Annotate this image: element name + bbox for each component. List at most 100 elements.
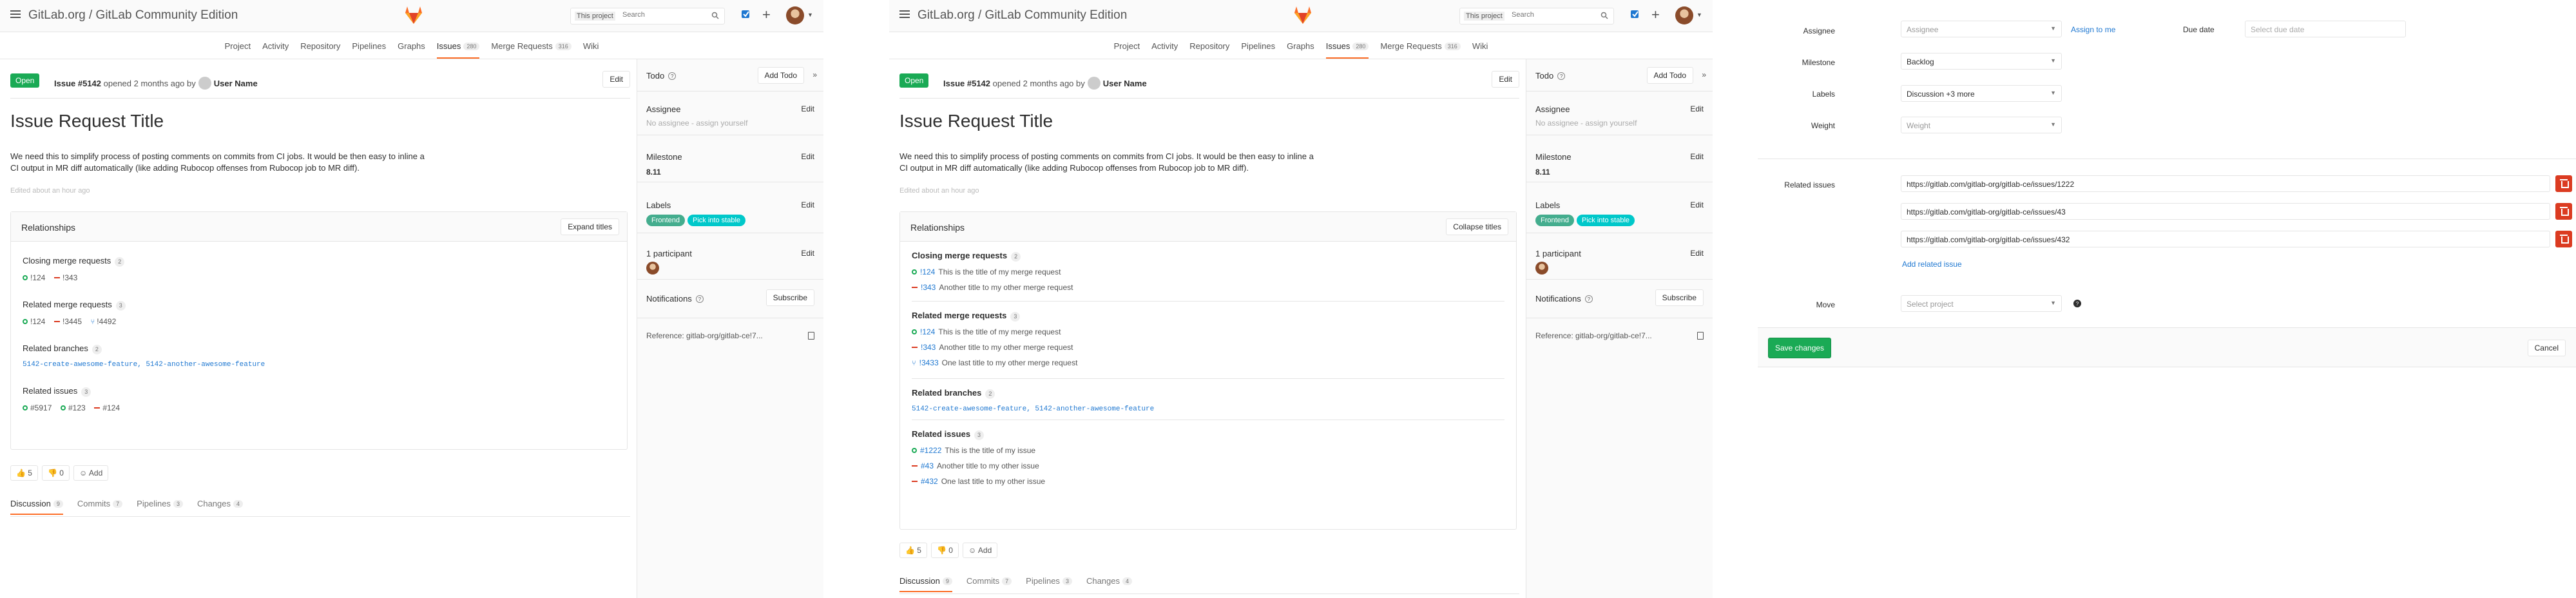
milestone-value[interactable]: 8.11 [1535, 168, 1550, 177]
chevron-down-icon[interactable]: ▼ [807, 12, 813, 18]
tab-wiki[interactable]: Wiki [583, 32, 599, 57]
participants-edit-link[interactable]: Edit [1690, 249, 1704, 258]
participants-edit-link[interactable]: Edit [801, 249, 814, 258]
edit-issue-button[interactable]: Edit [1492, 71, 1519, 88]
tab-merge-requests[interactable]: Merge Requests 316 [491, 32, 572, 57]
copy-icon[interactable] [1697, 332, 1704, 340]
assignee-value[interactable]: No assignee - assign yourself [646, 119, 747, 128]
tab-issues[interactable]: Issues 280 [1325, 32, 1369, 59]
gitlab-logo-icon[interactable] [1292, 4, 1314, 26]
add-award-button[interactable]: ☺ Add [962, 543, 998, 558]
subscribe-button[interactable]: Subscribe [1655, 289, 1704, 306]
mr-chip[interactable]: !343 [53, 273, 77, 282]
participant-avatar[interactable] [1535, 262, 1548, 275]
mr-row[interactable]: !343 Another title to my other merge requ… [912, 280, 1504, 294]
add-todo-button[interactable]: Add Todo [1646, 67, 1693, 84]
search-box[interactable]: This project [1459, 8, 1614, 24]
tab-pipelines-bottom[interactable]: Pipelines 3 [1026, 571, 1072, 591]
breadcrumb[interactable]: GitLab.org / GitLab Community Edition [918, 8, 1127, 23]
save-changes-button[interactable]: Save changes [1768, 338, 1832, 358]
label-frontend[interactable]: Frontend [646, 215, 686, 226]
menu-icon[interactable] [10, 10, 21, 18]
new-item-icon[interactable]: + [762, 8, 771, 22]
add-award-button[interactable]: ☺ Add [73, 465, 109, 481]
collapse-titles-button[interactable]: Collapse titles [1446, 218, 1508, 235]
tab-issues[interactable]: Issues 280 [436, 32, 480, 59]
thumbs-down-award[interactable]: 👎 0 [930, 543, 959, 558]
label-pick-into-stable[interactable]: Pick into stable [687, 215, 746, 226]
tab-pipelines[interactable]: Pipelines [1241, 32, 1275, 57]
delete-related-issue-button[interactable] [2555, 175, 2572, 192]
issue-row[interactable]: #1222 This is the title of my issue [912, 442, 1504, 459]
tab-project[interactable]: Project [225, 32, 251, 57]
thumbs-up-award[interactable]: 👍 5 [899, 543, 927, 558]
tab-merge-requests[interactable]: Merge Requests 316 [1380, 32, 1461, 57]
label-frontend[interactable]: Frontend [1535, 215, 1575, 226]
issue-row[interactable]: #432 One last title to my other issue [912, 473, 1504, 490]
tab-discussion[interactable]: Discussion 9 [899, 571, 952, 592]
tab-project[interactable]: Project [1114, 32, 1140, 57]
issue-chip[interactable]: #5917 [23, 403, 52, 412]
mr-row[interactable]: !124 This is the title of my merge reques… [912, 323, 1504, 340]
tab-changes[interactable]: Changes 4 [1086, 571, 1133, 591]
milestone-edit-link[interactable]: Edit [1690, 152, 1704, 161]
related-issue-url-input[interactable]: https://gitlab.com/gitlab-org/gitlab-ce/… [1901, 175, 2550, 192]
branch-list[interactable]: 5142-create-awesome-feature, 5142-anothe… [912, 405, 1504, 413]
due-date-input[interactable]: Select due date [2245, 21, 2406, 37]
subscribe-button[interactable]: Subscribe [765, 289, 814, 306]
labels-edit-link[interactable]: Edit [1690, 200, 1704, 209]
copy-icon[interactable] [808, 332, 814, 340]
tab-wiki[interactable]: Wiki [1472, 32, 1488, 57]
help-icon[interactable]: ? [1584, 295, 1593, 303]
mr-row[interactable]: !343 Another title to my other merge requ… [912, 340, 1504, 354]
related-issue-url-input[interactable]: https://gitlab.com/gitlab-org/gitlab-ce/… [1901, 231, 2550, 247]
search-input[interactable] [1512, 11, 1589, 19]
help-icon[interactable]: ? [695, 295, 704, 303]
expand-titles-button[interactable]: Expand titles [561, 218, 619, 235]
assign-to-me-link[interactable]: Assign to me [2071, 25, 2115, 34]
weight-select[interactable]: Weight ▼ [1901, 117, 2062, 133]
new-item-icon[interactable]: + [1651, 8, 1660, 22]
tab-activity[interactable]: Activity [1151, 32, 1178, 57]
gitlab-logo-icon[interactable] [403, 4, 425, 26]
thumbs-up-award[interactable]: 👍 5 [10, 465, 38, 481]
milestone-edit-link[interactable]: Edit [801, 152, 814, 161]
mr-chip[interactable]: !124 [23, 317, 45, 326]
label-pick-into-stable[interactable]: Pick into stable [1577, 215, 1635, 226]
labels-edit-link[interactable]: Edit [801, 200, 814, 209]
todo-icon[interactable] [1630, 9, 1640, 19]
delete-related-issue-button[interactable] [2555, 231, 2572, 247]
tab-graphs[interactable]: Graphs [1287, 32, 1314, 57]
author-avatar[interactable] [198, 77, 211, 90]
user-avatar[interactable] [1675, 6, 1693, 24]
tab-graphs[interactable]: Graphs [398, 32, 425, 57]
add-related-issue-link[interactable]: Add related issue [1902, 260, 1962, 269]
tab-changes[interactable]: Changes 4 [197, 494, 244, 514]
search-input[interactable] [622, 11, 700, 19]
issue-chip[interactable]: #124 [94, 403, 120, 412]
chevron-down-icon[interactable]: ▼ [1697, 12, 1702, 18]
tab-repository[interactable]: Repository [300, 32, 340, 57]
author-name[interactable]: User Name [214, 79, 258, 88]
mr-chip[interactable]: ⑂ !4492 [91, 317, 117, 326]
search-box[interactable]: This project [570, 8, 725, 24]
edit-issue-button[interactable]: Edit [602, 71, 630, 88]
assignee-select[interactable]: Assignee ▼ [1901, 21, 2062, 37]
help-icon[interactable]: ? [1557, 72, 1566, 80]
tab-repository[interactable]: Repository [1189, 32, 1229, 57]
menu-icon[interactable] [899, 10, 910, 18]
mr-chip[interactable]: !3445 [53, 317, 82, 326]
related-issue-url-input[interactable]: https://gitlab.com/gitlab-org/gitlab-ce/… [1901, 203, 2550, 220]
author-name[interactable]: User Name [1103, 79, 1147, 88]
add-todo-button[interactable]: Add Todo [757, 67, 804, 84]
breadcrumb[interactable]: GitLab.org / GitLab Community Edition [28, 8, 238, 23]
help-icon[interactable]: ? [668, 72, 677, 80]
tab-commits[interactable]: Commits 7 [77, 494, 123, 514]
help-icon[interactable]: ? [2073, 300, 2081, 307]
issue-chip[interactable]: #123 [61, 403, 86, 412]
mr-row[interactable]: ⑂ !3433 One last title to my other merge r… [912, 354, 1504, 372]
assignee-value[interactable]: No assignee - assign yourself [1535, 119, 1637, 128]
collapse-sidebar-icon[interactable]: » [812, 70, 817, 79]
issue-row[interactable]: #43 Another title to my other issue [912, 459, 1504, 473]
mr-row[interactable]: !124 This is the title of my merge reques… [912, 264, 1504, 280]
